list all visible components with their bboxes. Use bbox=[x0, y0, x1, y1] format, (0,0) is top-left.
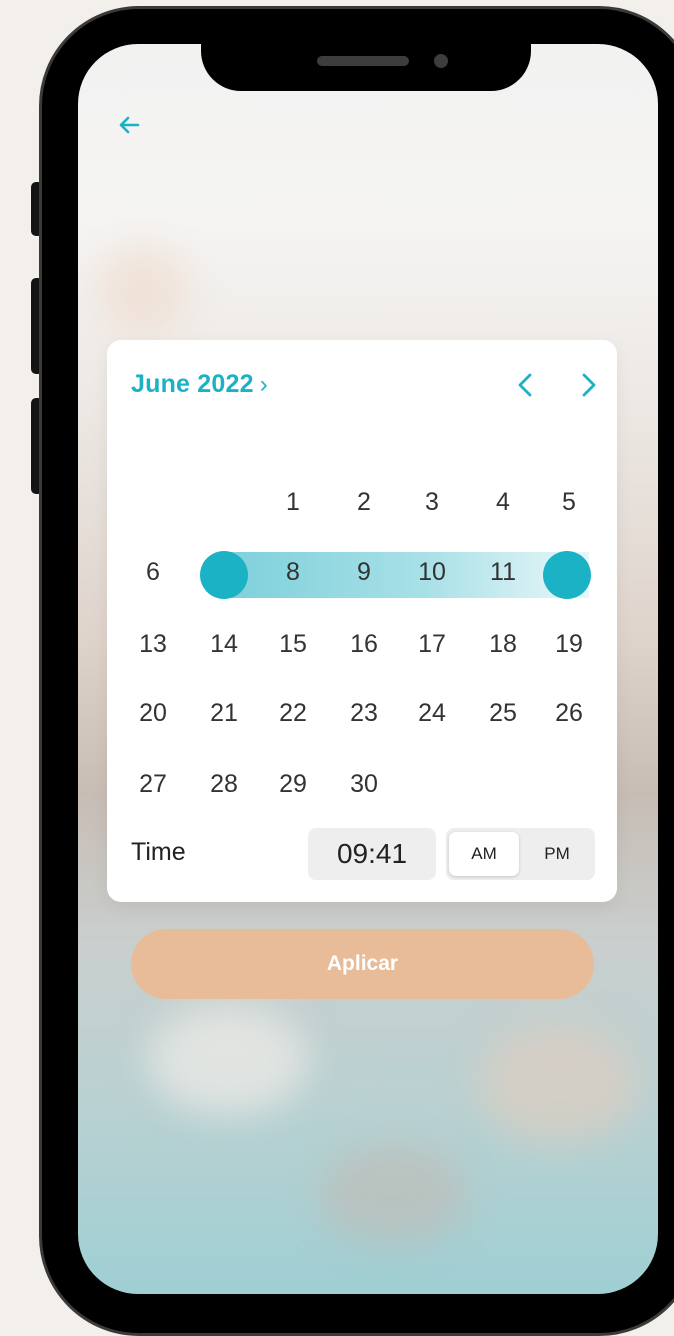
am-pm-toggle: AM PM bbox=[446, 828, 595, 880]
calendar-day[interactable]: 24 bbox=[402, 697, 462, 729]
am-option[interactable]: AM bbox=[449, 832, 519, 876]
calendar-day[interactable]: 19 bbox=[539, 628, 599, 660]
apply-button[interactable]: Aplicar bbox=[131, 929, 594, 999]
arrow-left-icon[interactable] bbox=[114, 110, 144, 140]
calendar-day[interactable]: 15 bbox=[263, 628, 323, 660]
calendar-day[interactable]: 11 bbox=[473, 556, 533, 588]
calendar-day[interactable]: 28 bbox=[194, 768, 254, 800]
calendar-day[interactable]: 18 bbox=[473, 628, 533, 660]
calendar-day[interactable]: 20 bbox=[123, 697, 183, 729]
calendar-day[interactable]: 22 bbox=[263, 697, 323, 729]
calendar-day[interactable]: 17 bbox=[402, 628, 462, 660]
calendar-day[interactable]: 5 bbox=[539, 486, 599, 518]
calendar-day[interactable]: 30 bbox=[334, 768, 394, 800]
app-screen: June 2022 › 1 2 3 4 5 6 8 9 10 11 13 14 15 16 17 18 19 20 2… bbox=[78, 44, 658, 1294]
calendar-day[interactable]: 26 bbox=[539, 697, 599, 729]
calendar-day[interactable]: 2 bbox=[334, 486, 394, 518]
phone-notch bbox=[201, 36, 531, 91]
calendar-day[interactable]: 9 bbox=[334, 556, 394, 588]
speaker-grille bbox=[317, 56, 409, 66]
background-blur bbox=[478, 1024, 638, 1144]
time-label: Time bbox=[131, 838, 186, 866]
calendar-day[interactable]: 29 bbox=[263, 768, 323, 800]
calendar-grid: 1 2 3 4 5 6 8 9 10 11 13 14 15 16 17 18 19 20 21 22 23 24 25 26… bbox=[107, 340, 617, 840]
calendar-day[interactable]: 16 bbox=[334, 628, 394, 660]
calendar-day[interactable]: 1 bbox=[263, 486, 323, 518]
background-blur bbox=[148, 1004, 308, 1114]
calendar-day[interactable]: 3 bbox=[402, 486, 462, 518]
background-blur bbox=[318, 1144, 468, 1244]
front-camera bbox=[434, 54, 448, 68]
date-picker-card: June 2022 › 1 2 3 4 5 6 8 9 10 11 13 14 15 16 17 18 19 20 2… bbox=[107, 340, 617, 902]
time-input[interactable]: 09:41 bbox=[308, 828, 436, 880]
calendar-day[interactable]: 27 bbox=[123, 768, 183, 800]
background-blur bbox=[98, 244, 188, 334]
calendar-day[interactable]: 23 bbox=[334, 697, 394, 729]
calendar-day[interactable]: 13 bbox=[123, 628, 183, 660]
calendar-day[interactable]: 21 bbox=[194, 697, 254, 729]
calendar-day[interactable]: 14 bbox=[194, 628, 254, 660]
calendar-day[interactable]: 8 bbox=[263, 556, 323, 588]
calendar-day[interactable]: 6 bbox=[123, 556, 183, 588]
calendar-day[interactable]: 10 bbox=[402, 556, 462, 588]
calendar-day[interactable]: 25 bbox=[473, 697, 533, 729]
calendar-day[interactable]: 4 bbox=[473, 486, 533, 518]
pm-option[interactable]: PM bbox=[522, 832, 592, 876]
